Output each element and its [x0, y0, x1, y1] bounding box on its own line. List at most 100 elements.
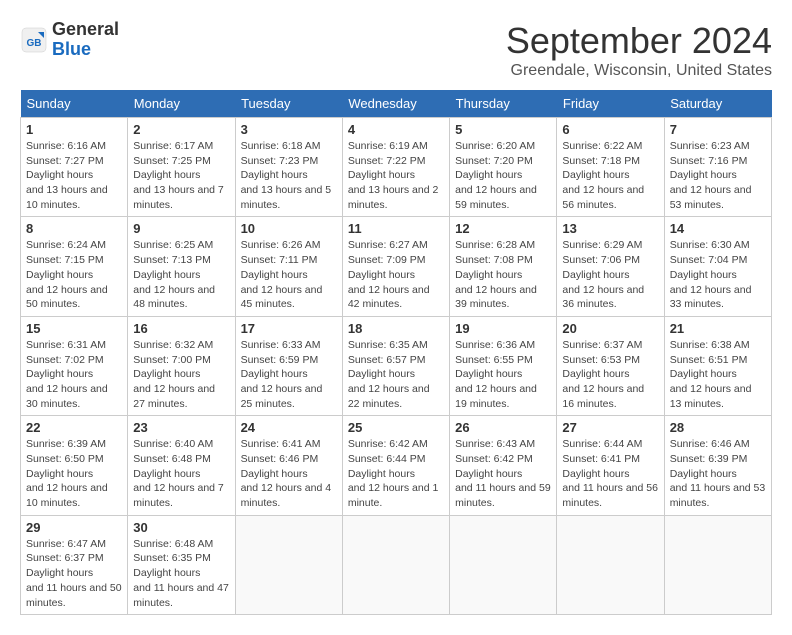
day-number: 29 [26, 520, 122, 535]
day-detail: Sunrise: 6:19 AMSunset: 7:22 PMDaylight … [348, 139, 444, 212]
day-detail: Sunrise: 6:48 AMSunset: 6:35 PMDaylight … [133, 537, 229, 610]
calendar-cell: 18Sunrise: 6:35 AMSunset: 6:57 PMDayligh… [342, 316, 449, 415]
day-number: 15 [26, 321, 122, 336]
day-detail: Sunrise: 6:36 AMSunset: 6:55 PMDaylight … [455, 338, 551, 411]
calendar-cell: 6 Sunrise: 6:22 AMSunset: 7:18 PMDaylight… [557, 118, 664, 217]
calendar-cell [450, 515, 557, 614]
calendar-cell: 11 Sunrise: 6:27 AMSunset: 7:09 PMDayligh… [342, 217, 449, 316]
day-number: 27 [562, 420, 658, 435]
calendar-cell: 21 Sunrise: 6:38 AMSunset: 6:51 PMDayligh… [664, 316, 771, 415]
calendar-cell: 23 Sunrise: 6:40 AMSunset: 6:48 PMDayligh… [128, 416, 235, 515]
day-number: 21 [670, 321, 766, 336]
calendar-week-1: 1 Sunrise: 6:16 AMSunset: 7:27 PMDaylight… [21, 118, 772, 217]
calendar-cell: 15 Sunrise: 6:31 AMSunset: 7:02 PMDayligh… [21, 316, 128, 415]
calendar-week-2: 8 Sunrise: 6:24 AMSunset: 7:15 PMDaylight… [21, 217, 772, 316]
day-number: 17 [241, 321, 337, 336]
day-detail: Sunrise: 6:38 AMSunset: 6:51 PMDaylight … [670, 338, 766, 411]
weekday-header-friday: Friday [557, 90, 664, 118]
day-detail: Sunrise: 6:35 AMSunset: 6:57 PMDaylight … [348, 338, 444, 411]
day-number: 24 [241, 420, 337, 435]
day-detail: Sunrise: 6:31 AMSunset: 7:02 PMDaylight … [26, 338, 122, 411]
calendar-cell: 8 Sunrise: 6:24 AMSunset: 7:15 PMDaylight… [21, 217, 128, 316]
logo-general-text: General [52, 20, 119, 40]
svg-text:GB: GB [27, 38, 42, 49]
calendar-cell [557, 515, 664, 614]
calendar-cell: 25 Sunrise: 6:42 AMSunset: 6:44 PMDayligh… [342, 416, 449, 515]
day-detail: Sunrise: 6:43 AMSunset: 6:42 PMDaylight … [455, 437, 551, 510]
day-number: 1 [26, 122, 122, 137]
calendar-cell: 17Sunrise: 6:33 AMSunset: 6:59 PMDayligh… [235, 316, 342, 415]
day-detail: Sunrise: 6:30 AMSunset: 7:04 PMDaylight … [670, 238, 766, 311]
day-detail: Sunrise: 6:28 AMSunset: 7:08 PMDaylight … [455, 238, 551, 311]
day-number: 9 [133, 221, 229, 236]
day-detail: Sunrise: 6:24 AMSunset: 7:15 PMDaylight … [26, 238, 122, 311]
page-header: GB General Blue September 2024 Greendale… [20, 20, 772, 80]
calendar-cell: 2Sunrise: 6:17 AMSunset: 7:25 PMDaylight… [128, 118, 235, 217]
day-number: 12 [455, 221, 551, 236]
day-detail: Sunrise: 6:40 AMSunset: 6:48 PMDaylight … [133, 437, 229, 510]
day-number: 25 [348, 420, 444, 435]
weekday-header-monday: Monday [128, 90, 235, 118]
calendar-cell: 27 Sunrise: 6:44 AMSunset: 6:41 PMDayligh… [557, 416, 664, 515]
day-number: 8 [26, 221, 122, 236]
weekday-header-row: SundayMondayTuesdayWednesdayThursdayFrid… [21, 90, 772, 118]
day-number: 3 [241, 122, 337, 137]
weekday-header-tuesday: Tuesday [235, 90, 342, 118]
calendar-cell: 14 Sunrise: 6:30 AMSunset: 7:04 PMDayligh… [664, 217, 771, 316]
calendar-cell: 16 Sunrise: 6:32 AMSunset: 7:00 PMDayligh… [128, 316, 235, 415]
day-detail: Sunrise: 6:25 AMSunset: 7:13 PMDaylight … [133, 238, 229, 311]
location-title: Greendale, Wisconsin, United States [506, 62, 772, 80]
calendar-cell: 3Sunrise: 6:18 AMSunset: 7:23 PMDaylight… [235, 118, 342, 217]
calendar-cell [664, 515, 771, 614]
day-detail: Sunrise: 6:37 AMSunset: 6:53 PMDaylight … [562, 338, 658, 411]
calendar-cell: 19 Sunrise: 6:36 AMSunset: 6:55 PMDayligh… [450, 316, 557, 415]
calendar-cell [235, 515, 342, 614]
calendar-cell: 13Sunrise: 6:29 AMSunset: 7:06 PMDayligh… [557, 217, 664, 316]
day-detail: Sunrise: 6:22 AMSunset: 7:18 PMDaylight … [562, 139, 658, 212]
day-number: 30 [133, 520, 229, 535]
day-detail: Sunrise: 6:23 AMSunset: 7:16 PMDaylight … [670, 139, 766, 212]
day-detail: Sunrise: 6:17 AMSunset: 7:25 PMDaylight … [133, 139, 229, 212]
day-number: 28 [670, 420, 766, 435]
calendar-cell: 20 Sunrise: 6:37 AMSunset: 6:53 PMDayligh… [557, 316, 664, 415]
weekday-header-thursday: Thursday [450, 90, 557, 118]
day-number: 5 [455, 122, 551, 137]
day-detail: Sunrise: 6:41 AMSunset: 6:46 PMDaylight … [241, 437, 337, 510]
day-number: 7 [670, 122, 766, 137]
calendar-cell: 7 Sunrise: 6:23 AMSunset: 7:16 PMDaylight… [664, 118, 771, 217]
day-number: 14 [670, 221, 766, 236]
day-number: 11 [348, 221, 444, 236]
weekday-header-wednesday: Wednesday [342, 90, 449, 118]
weekday-header-saturday: Saturday [664, 90, 771, 118]
day-detail: Sunrise: 6:29 AMSunset: 7:06 PMDaylight … [562, 238, 658, 311]
day-number: 26 [455, 420, 551, 435]
calendar-cell: 1 Sunrise: 6:16 AMSunset: 7:27 PMDaylight… [21, 118, 128, 217]
title-section: September 2024 Greendale, Wisconsin, Uni… [506, 20, 772, 80]
calendar-cell: 24 Sunrise: 6:41 AMSunset: 6:46 PMDayligh… [235, 416, 342, 515]
calendar-cell: 10Sunrise: 6:26 AMSunset: 7:11 PMDayligh… [235, 217, 342, 316]
day-number: 22 [26, 420, 122, 435]
calendar-cell: 29 Sunrise: 6:47 AMSunset: 6:37 PMDayligh… [21, 515, 128, 614]
day-detail: Sunrise: 6:16 AMSunset: 7:27 PMDaylight … [26, 139, 122, 212]
day-number: 20 [562, 321, 658, 336]
day-detail: Sunrise: 6:44 AMSunset: 6:41 PMDaylight … [562, 437, 658, 510]
day-number: 23 [133, 420, 229, 435]
calendar-cell: 30 Sunrise: 6:48 AMSunset: 6:35 PMDayligh… [128, 515, 235, 614]
day-number: 19 [455, 321, 551, 336]
day-detail: Sunrise: 6:39 AMSunset: 6:50 PMDaylight … [26, 437, 122, 510]
day-detail: Sunrise: 6:26 AMSunset: 7:11 PMDaylight … [241, 238, 337, 311]
day-number: 4 [348, 122, 444, 137]
calendar-cell: 9 Sunrise: 6:25 AMSunset: 7:13 PMDaylight… [128, 217, 235, 316]
calendar-cell: 26 Sunrise: 6:43 AMSunset: 6:42 PMDayligh… [450, 416, 557, 515]
calendar-cell: 12 Sunrise: 6:28 AMSunset: 7:08 PMDayligh… [450, 217, 557, 316]
day-detail: Sunrise: 6:27 AMSunset: 7:09 PMDaylight … [348, 238, 444, 311]
calendar-cell: 5 Sunrise: 6:20 AMSunset: 7:20 PMDaylight… [450, 118, 557, 217]
day-detail: Sunrise: 6:20 AMSunset: 7:20 PMDaylight … [455, 139, 551, 212]
day-detail: Sunrise: 6:32 AMSunset: 7:00 PMDaylight … [133, 338, 229, 411]
day-number: 16 [133, 321, 229, 336]
day-detail: Sunrise: 6:47 AMSunset: 6:37 PMDaylight … [26, 537, 122, 610]
day-number: 6 [562, 122, 658, 137]
day-detail: Sunrise: 6:42 AMSunset: 6:44 PMDaylight … [348, 437, 444, 510]
month-title: September 2024 [506, 20, 772, 62]
logo-icon: GB [20, 26, 48, 54]
